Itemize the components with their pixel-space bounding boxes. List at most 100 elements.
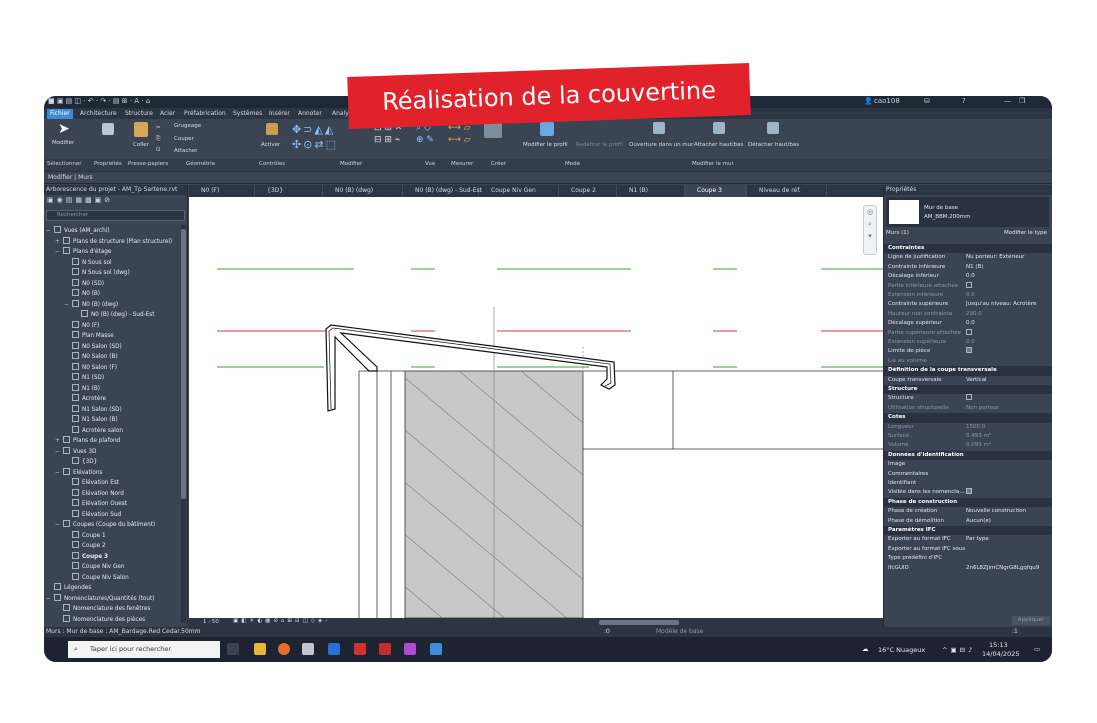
property-row[interactable]: Image: [884, 460, 1052, 469]
tree-item[interactable]: N Sous sol (dwg): [44, 268, 180, 279]
property-row[interactable]: Décalage supérieur 0.0: [884, 319, 1052, 328]
tree-item[interactable]: Nomenclature des pièces: [44, 614, 180, 626]
browser-scrollbar[interactable]: [181, 225, 186, 623]
tab-0[interactable]: Fichier: [47, 109, 73, 119]
property-row[interactable]: Commentaires: [884, 470, 1052, 479]
tree-toggle-icon[interactable]: −: [55, 520, 63, 531]
tree-toggle-icon[interactable]: −: [46, 594, 54, 605]
status-model[interactable]: Modèle de base: [656, 628, 703, 635]
activate-icon[interactable]: [266, 123, 278, 135]
modify-tools-icons[interactable]: ✥⊃◭◭ ✣⊙⇄⬚: [292, 122, 338, 152]
property-row[interactable]: Contrainte supérieure Jusqu'au niveau: Ac…: [884, 300, 1052, 309]
navigation-bar[interactable]: ◎ ⌕ ▾: [863, 205, 877, 255]
property-section[interactable]: Cotes: [884, 413, 1052, 423]
autocad-icon[interactable]: [379, 643, 391, 655]
notification-icon[interactable]: ▭: [1034, 645, 1040, 653]
property-section[interactable]: Structure: [884, 385, 1052, 395]
paste-icon[interactable]: [134, 122, 148, 137]
property-row[interactable]: Identifiant: [884, 479, 1052, 488]
app-menu-icon[interactable]: ■ ▣ ▤ ◫ · ↶ · ↷ · ▤ ⊞ · A · ⌂: [48, 97, 150, 105]
tab-1[interactable]: Architecture: [77, 109, 120, 119]
app-icon[interactable]: [302, 643, 314, 655]
property-value[interactable]: 290.0: [966, 310, 982, 319]
view-tab[interactable]: Niveau de réf.: [747, 185, 827, 197]
edit-profile-icon[interactable]: [540, 122, 554, 136]
property-row[interactable]: Coupe transversale Vertical: [884, 376, 1052, 385]
property-value[interactable]: [966, 347, 972, 356]
property-value[interactable]: 2n6L8ZJimCNgrG8Lgqfqu9: [966, 564, 1039, 573]
select-cursor-icon[interactable]: ➤: [58, 121, 72, 137]
view-tab[interactable]: {3D}: [255, 185, 323, 197]
property-row[interactable]: Type prédéfini d'IFC: [884, 554, 1052, 563]
tree-item[interactable]: + Plans de structure (Plan structurel): [44, 236, 180, 248]
property-row[interactable]: Ligne de justification Nu porteur: Extéri…: [884, 253, 1052, 262]
property-checkbox[interactable]: [966, 328, 972, 335]
view-tab[interactable]: N0 (B) (dwg) - Sud-Est: [403, 185, 482, 197]
view-tab[interactable]: Coupe 3: [685, 185, 747, 197]
tree-item[interactable]: Plan Masse: [44, 331, 180, 342]
property-value[interactable]: 0.493 m²: [966, 432, 991, 441]
tab-7[interactable]: Annoter: [295, 109, 325, 119]
tree-item[interactable]: Nomenclature des fenêtres: [44, 604, 180, 615]
tree-toggle-icon[interactable]: −: [46, 226, 54, 237]
property-value[interactable]: Par type: [966, 535, 989, 544]
property-row[interactable]: Surface 0.493 m²: [884, 432, 1052, 441]
tree-item[interactable]: Coupe 2: [44, 541, 180, 552]
tree-item[interactable]: N0 (B): [44, 289, 180, 300]
property-row[interactable]: Lié au volume: [884, 357, 1052, 366]
edit-profile-button[interactable]: Modifier le profil: [523, 142, 568, 148]
tree-item[interactable]: Coupe Niv Salon: [44, 572, 180, 584]
property-row[interactable]: Partie inférieure attachée: [884, 281, 1052, 291]
activate-button[interactable]: Activer: [261, 142, 280, 148]
property-value[interactable]: [966, 281, 972, 291]
view-tab[interactable]: N0 (F): [189, 185, 255, 197]
apply-button[interactable]: Appliquer: [1012, 616, 1050, 625]
tree-item[interactable]: Coupe 1: [44, 530, 180, 542]
property-value[interactable]: 0.0: [966, 338, 975, 347]
explorer-icon[interactable]: [254, 643, 266, 655]
tree-item[interactable]: Elévation Nord: [44, 488, 180, 500]
property-value[interactable]: Nouvelle construction: [966, 507, 1026, 516]
property-value[interactable]: [966, 394, 972, 403]
drawing-canvas[interactable]: ◎ ⌕ ▾: [189, 197, 883, 618]
tree-item[interactable]: Elévation Est: [44, 478, 180, 489]
property-checkbox[interactable]: [966, 488, 972, 495]
detach-top-icon[interactable]: [767, 122, 779, 134]
tree-toggle-icon[interactable]: +: [55, 237, 63, 248]
tree-item[interactable]: N0 (F): [44, 320, 180, 332]
property-section[interactable]: Paramètres IFC: [884, 526, 1052, 536]
property-checkbox[interactable]: [966, 394, 972, 401]
tree-item[interactable]: − Elévations: [44, 467, 180, 479]
cut-button[interactable]: Grugeage: [174, 123, 201, 129]
couper-button[interactable]: Couper: [174, 136, 194, 142]
property-row[interactable]: Visible dans les nomencla...: [884, 488, 1052, 497]
property-row[interactable]: Contrainte inférieure N1 (B): [884, 263, 1052, 272]
tree-toggle-icon[interactable]: −: [64, 300, 72, 311]
clock-date[interactable]: 14/04/2025: [982, 650, 1019, 658]
property-checkbox[interactable]: [966, 281, 972, 288]
tree-item[interactable]: N0 (SD): [44, 278, 180, 290]
tree-item[interactable]: {3D}: [44, 457, 180, 468]
tree-toggle-icon[interactable]: −: [55, 247, 63, 258]
horizontal-scrollbar[interactable]: [599, 620, 679, 625]
browser-toolbar[interactable]: ▣◉▤▦▩▣⊘: [44, 195, 187, 207]
tree-item[interactable]: Acrotère salon: [44, 425, 180, 437]
view-tab[interactable]: Coupe Niv Gen: [479, 185, 559, 197]
teams-icon[interactable]: [404, 643, 416, 655]
property-section[interactable]: Définition de la coupe transversale: [884, 366, 1052, 376]
tree-item[interactable]: N0 Salon (SD): [44, 341, 180, 353]
tree-item[interactable]: Légendes: [44, 583, 180, 594]
acrobat-icon[interactable]: [354, 643, 366, 655]
property-row[interactable]: Phase de démolition Aucun(e): [884, 517, 1052, 526]
taskbar-search[interactable]: Taper ici pour rechercher: [68, 641, 220, 658]
property-value[interactable]: Vertical: [966, 376, 987, 385]
tree-item[interactable]: − Plans d'étage: [44, 247, 180, 258]
help-icon[interactable]: ?: [962, 97, 966, 105]
property-row[interactable]: Limite de pièce: [884, 347, 1052, 356]
property-row[interactable]: Décalage inférieur 0.0: [884, 272, 1052, 281]
create-part-icon[interactable]: [484, 122, 502, 138]
tree-item[interactable]: − N0 (B) (dwg): [44, 299, 180, 311]
property-section[interactable]: Contraintes: [884, 244, 1052, 254]
tab-2[interactable]: Structure: [122, 109, 156, 119]
clock-time[interactable]: 15:13: [989, 641, 1008, 649]
